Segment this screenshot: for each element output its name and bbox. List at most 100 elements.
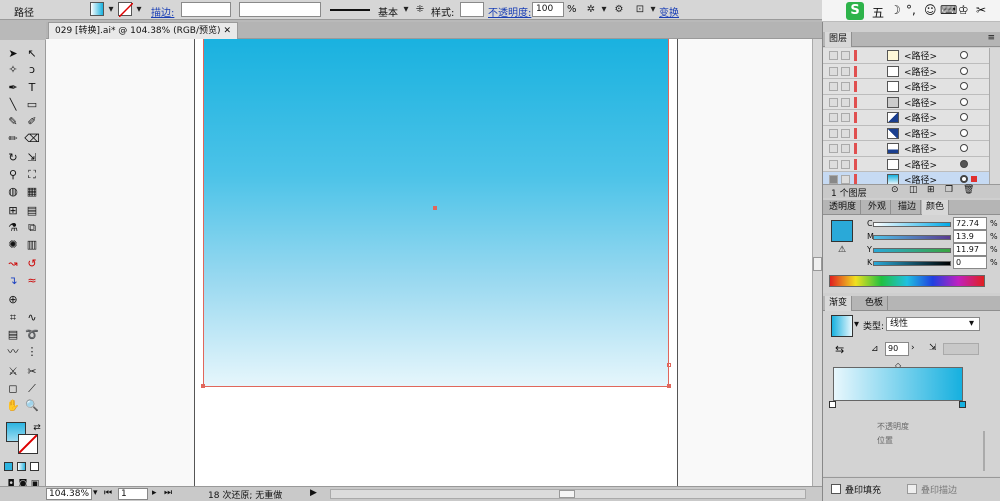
lock-toggle[interactable] — [841, 82, 850, 91]
layer-name[interactable]: <路径> — [904, 158, 937, 171]
target-circle-icon[interactable] — [960, 175, 968, 183]
stroke-color-swatch[interactable] — [18, 434, 38, 454]
visibility-toggle[interactable] — [829, 82, 838, 91]
aspect-ratio-icon[interactable]: ⇲ — [929, 343, 937, 353]
make-clipping-mask-icon[interactable]: ◫ — [909, 185, 918, 195]
layer-name[interactable]: <路径> — [904, 65, 937, 78]
layer-row[interactable]: <路径> — [823, 125, 989, 141]
anchor-point-right[interactable] — [667, 363, 671, 367]
visibility-toggle[interactable] — [829, 128, 838, 138]
color-spectrum[interactable] — [829, 275, 985, 287]
chart-tool-icon[interactable]: ▤ — [4, 327, 22, 343]
width-tool-icon[interactable]: ⚲ — [4, 167, 22, 183]
align-stroke-icon[interactable]: ⁜ — [414, 3, 426, 16]
smooth-tool-icon[interactable]: ↺ — [23, 256, 41, 272]
moon-icon[interactable]: ☽ — [890, 3, 901, 17]
stroke-label[interactable]: 描边: — [151, 4, 174, 19]
stroke-profile-label[interactable]: 基本 — [378, 4, 398, 19]
slider-track[interactable] — [873, 235, 951, 240]
pucker-tool-icon[interactable]: 〰 — [4, 344, 22, 360]
lock-toggle[interactable] — [841, 113, 850, 122]
stroke-swatch[interactable] — [118, 2, 133, 17]
transform-link[interactable]: 变换 — [659, 4, 679, 19]
layer-row[interactable]: <路径> — [823, 94, 989, 110]
anchor-point-bottom-right[interactable] — [667, 384, 671, 388]
sogou-icon[interactable]: S — [846, 2, 864, 20]
gear-icon[interactable]: ⚙ — [613, 3, 625, 16]
rectangle-tool-icon[interactable]: ▭ — [23, 97, 41, 113]
hand-tool-icon[interactable]: ✋ — [4, 398, 22, 414]
shirt-icon[interactable]: ♔ — [958, 3, 969, 17]
zoom-field[interactable]: 104.38% — [46, 488, 92, 500]
slider-track[interactable] — [873, 261, 951, 266]
layer-name[interactable]: <路径> — [904, 49, 937, 62]
next-artboard-icon[interactable]: ▸ — [152, 488, 157, 498]
pencil-tool-icon[interactable]: ✐ — [23, 114, 41, 130]
tab-transparency[interactable]: 透明度 — [825, 200, 862, 215]
scissors-tool-icon[interactable]: ✂ — [23, 364, 41, 380]
align-icon[interactable]: ⊡ — [634, 3, 646, 16]
keyboard-icon[interactable]: ⌨ — [940, 3, 957, 17]
eraser-tool-icon[interactable]: ⌫ — [23, 131, 41, 147]
gradient-type-dropdown-icon[interactable]: ▾ — [969, 318, 974, 329]
wave-tool-icon[interactable]: ≈ — [23, 273, 41, 289]
anchor-point-tool-icon[interactable]: ↴ — [4, 273, 22, 289]
horizontal-scrollbar-thumb[interactable] — [559, 490, 575, 498]
gradient-rectangle[interactable] — [203, 39, 669, 387]
gradient-angle-field[interactable]: 90 — [885, 342, 909, 356]
visibility-toggle[interactable] — [829, 159, 838, 169]
reverse-gradient-icon[interactable]: ⇆ — [835, 343, 844, 356]
visibility-toggle[interactable] — [829, 97, 838, 107]
layer-name[interactable]: <路径> — [904, 96, 937, 109]
artboard[interactable] — [194, 39, 678, 486]
cyan-slider[interactable]: C 72.74% — [867, 217, 1000, 230]
zoom-dropdown-icon[interactable]: ▾ — [93, 488, 98, 498]
target-circle-icon[interactable] — [960, 113, 968, 121]
panel-menu-icon[interactable]: ≡ — [987, 33, 995, 43]
angle-dropdown-icon[interactable]: › — [911, 343, 915, 353]
blend-tool-icon[interactable]: ⧉ — [23, 220, 41, 236]
eyedropper-tool-icon[interactable]: ⚗ — [4, 220, 22, 236]
mesh-tool-icon[interactable]: ⊞ — [4, 203, 22, 219]
gradient-preview-dropdown-icon[interactable]: ▾ — [854, 319, 859, 330]
lock-toggle[interactable] — [841, 51, 850, 60]
stroke-dropdown-icon[interactable]: ▾ — [133, 3, 145, 16]
measure-tool-icon[interactable]: ⟋ — [23, 381, 41, 397]
paintbrush-tool-icon[interactable]: ✎ — [4, 114, 22, 130]
document-tab[interactable]: 029 [转换].ai* @ 104.38% (RGB/预览) ✕ — [48, 22, 238, 39]
channel-value[interactable]: 72.74 — [953, 217, 987, 230]
overprint-fill-checkbox[interactable] — [831, 484, 841, 494]
magenta-slider[interactable]: M 13.9% — [867, 230, 1000, 243]
fill-swatch[interactable] — [90, 2, 104, 16]
rotate-tool-icon[interactable]: ↻ — [4, 150, 22, 166]
lasso-tool-icon[interactable]: ↄ — [23, 62, 41, 78]
gradient-stop-end[interactable] — [959, 401, 966, 408]
new-sublayer-icon[interactable]: ⊞ — [927, 185, 935, 195]
line-tool-icon[interactable]: ╲ — [4, 97, 22, 113]
locate-object-icon[interactable]: ⊙ — [891, 185, 899, 195]
gradient-type-select[interactable]: 线性 — [886, 317, 980, 331]
eye-icon[interactable] — [829, 175, 838, 184]
magic-wand-tool-icon[interactable]: ✧ — [4, 62, 22, 78]
target-circle-icon[interactable] — [960, 97, 968, 106]
punctuation-icon[interactable]: °, — [906, 3, 916, 17]
symbol-sprayer-tool-icon[interactable]: ✺ — [4, 237, 22, 253]
layer-name[interactable]: <路径> — [904, 80, 937, 93]
channel-value[interactable]: 13.9 — [953, 230, 987, 243]
gradient-slider[interactable] — [833, 367, 963, 401]
layer-row[interactable]: <路径> — [823, 110, 989, 126]
lock-toggle[interactable] — [841, 66, 850, 76]
target-circle-icon[interactable] — [960, 82, 968, 90]
tab-stroke[interactable]: 描边 — [894, 200, 922, 215]
trash-icon[interactable]: 🗑 — [963, 185, 974, 195]
blob-brush-tool-icon[interactable]: ✏ — [4, 131, 22, 147]
close-tab-icon[interactable]: ✕ — [223, 23, 231, 39]
free-transform-tool-icon[interactable]: ⛶ — [23, 167, 41, 183]
layer-name[interactable]: <路径> — [904, 142, 937, 155]
shape-builder-tool-icon[interactable]: ◍ — [4, 184, 22, 200]
black-slider[interactable]: K 0% — [867, 256, 1000, 269]
zoom-tool-icon[interactable]: 🔍 — [23, 398, 41, 414]
gradient-stop-start[interactable] — [829, 401, 836, 408]
color-mode-icon[interactable] — [4, 462, 13, 471]
style-dropdown[interactable] — [460, 2, 484, 17]
